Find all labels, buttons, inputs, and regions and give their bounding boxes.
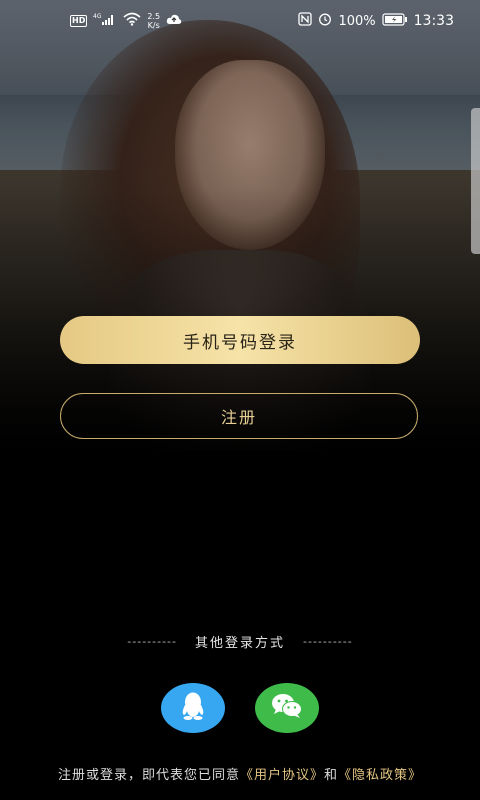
nfc-icon (298, 12, 313, 30)
network-type-label: 4G (93, 13, 102, 20)
network-speed: 2.5 K/s (147, 12, 160, 30)
divider-dashes-left: ---------- (127, 634, 177, 648)
scroll-indicator[interactable] (471, 108, 480, 254)
agreement-text: 注册或登录，即代表您已同意《用户协议》和《隐私政策》 (0, 764, 480, 783)
login-screen: HD 4G 2.5 K/s 100% 13:33 手机号码登录 注册 -----… (0, 0, 480, 800)
user-agreement-link[interactable]: 《用户协议》 (240, 768, 324, 783)
status-right: 100% 13:33 (298, 12, 454, 30)
network-speed-unit: K/s (147, 21, 160, 30)
agreement-and: 和 (324, 768, 339, 783)
divider-dashes-right: ---------- (303, 634, 353, 648)
status-left: HD 4G 2.5 K/s (70, 12, 182, 30)
other-login-title: 其他登录方式 (194, 635, 285, 651)
status-bar: HD 4G 2.5 K/s 100% 13:33 (0, 0, 480, 42)
register-button[interactable]: 注册 (60, 393, 418, 439)
hd-badge: HD (70, 15, 88, 27)
wechat-login-button[interactable] (255, 683, 319, 733)
cloud-upload-icon (166, 13, 182, 29)
wifi-icon (123, 12, 141, 30)
wechat-icon (271, 693, 303, 723)
clock: 13:33 (413, 13, 454, 29)
alarm-icon (318, 12, 332, 30)
signal-icon: 4G (93, 12, 117, 30)
phone-login-button[interactable]: 手机号码登录 (60, 316, 420, 364)
other-login-header: ---------- 其他登录方式 ---------- (0, 630, 480, 652)
qq-login-button[interactable] (161, 683, 225, 733)
battery-icon (382, 12, 408, 30)
network-speed-value: 2.5 (147, 12, 161, 21)
agreement-prefix: 注册或登录，即代表您已同意 (57, 768, 240, 783)
qq-icon (180, 691, 206, 725)
battery-percentage: 100% (338, 13, 376, 29)
privacy-policy-link[interactable]: 《隐私政策》 (338, 768, 422, 783)
